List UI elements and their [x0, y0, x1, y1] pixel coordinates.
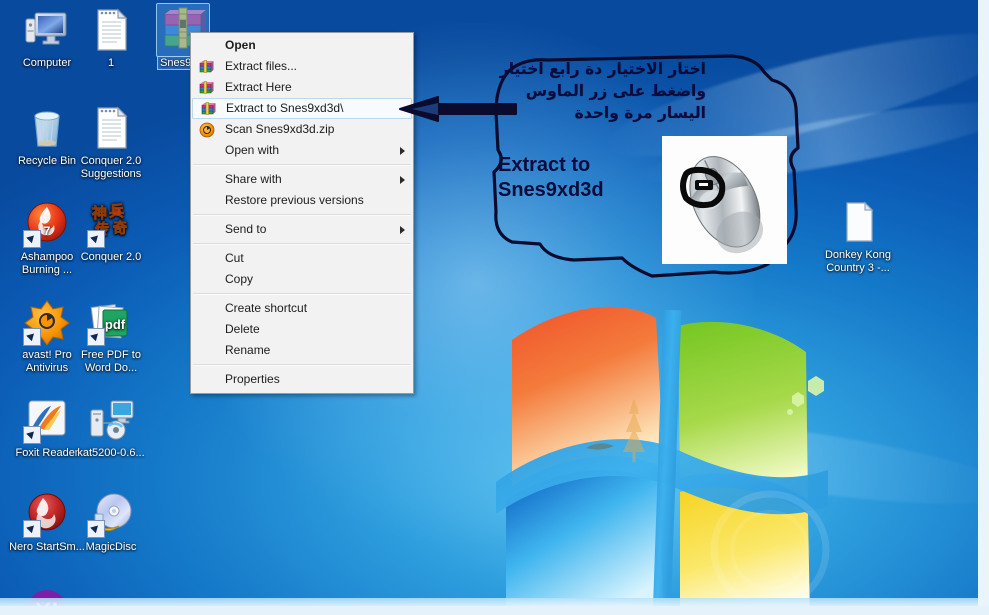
desktop-icon[interactable]: Donkey Kong Country 3 -...	[815, 198, 901, 274]
screen-bottom-edge	[0, 606, 989, 615]
context-menu-item-label: Copy	[225, 272, 254, 286]
shortcut-overlay-icon	[87, 520, 105, 538]
winrar-books-icon	[201, 101, 217, 117]
context-menu-item-label: Open	[225, 38, 256, 52]
magicdisc-icon	[87, 490, 135, 538]
desktop-screen: Computer 1 Snes9x... Recycle Bin Conquer 2.0…	[0, 0, 989, 615]
windows-logo-wallpaper	[468, 300, 836, 615]
file-context-menu[interactable]: Open Extract files... Extract Here Extract …	[190, 32, 414, 394]
conquer-icon: 神兵传奇	[87, 200, 135, 248]
context-menu-item[interactable]: Extract files...	[191, 56, 413, 77]
context-menu-item-label: Extract Here	[225, 80, 292, 94]
desktop-icon-label: Conquer 2.0 Suggestions	[80, 155, 142, 180]
context-menu-item[interactable]: Create shortcut	[191, 298, 413, 319]
context-menu-item[interactable]: Restore previous versions	[191, 190, 413, 211]
text-document-icon	[87, 104, 135, 152]
avast-icon	[23, 298, 71, 346]
wallpaper-streak	[558, 398, 989, 522]
desktop-icon[interactable]: kat5200-0.6...	[68, 396, 154, 460]
context-menu-item-label: Create shortcut	[225, 301, 308, 315]
nero-icon	[23, 490, 71, 538]
desktop-icon-label: Conquer 2.0	[80, 251, 142, 263]
shortcut-overlay-icon	[23, 230, 41, 248]
recycle-bin-icon	[23, 104, 71, 152]
text-document-icon	[87, 6, 135, 54]
context-menu-item[interactable]: Open	[191, 35, 413, 56]
winrar-books-icon	[199, 80, 215, 96]
context-menu-item-label: Send to	[225, 222, 267, 236]
network-computer-icon	[87, 396, 135, 444]
context-menu-item-label: Rename	[225, 343, 271, 357]
svg-text:7: 7	[44, 224, 51, 238]
submenu-chevron-right-icon	[400, 146, 405, 155]
context-menu-separator	[193, 243, 411, 245]
svg-text:奇: 奇	[113, 220, 127, 237]
screen-right-edge	[978, 0, 989, 615]
shortcut-overlay-icon	[23, 520, 41, 538]
desktop-icon-label: Donkey Kong Country 3 -...	[824, 249, 892, 274]
desktop-icon[interactable]: MagicDisc	[68, 490, 154, 554]
context-menu-item[interactable]: Share with	[191, 169, 413, 190]
shortcut-overlay-icon	[23, 328, 41, 346]
wallpaper-streak	[597, 10, 989, 180]
ashampoo-icon: 7	[23, 200, 71, 248]
desktop-icon-label: kat5200-0.6...	[77, 447, 145, 459]
svg-text:神: 神	[92, 204, 107, 222]
context-menu-item[interactable]: Properties	[191, 369, 413, 390]
context-menu-item-label: Share with	[225, 172, 282, 186]
computer-mouse-image	[662, 136, 787, 264]
context-menu-item[interactable]: Delete	[191, 319, 413, 340]
context-menu-item-label: Extract files...	[225, 59, 298, 73]
taskbar-strip[interactable]	[0, 598, 978, 606]
context-menu-item[interactable]: Cut	[191, 248, 413, 269]
svg-text:pdf: pdf	[105, 317, 126, 332]
winrar-books-icon	[199, 59, 215, 75]
context-menu-item-label: Restore previous versions	[225, 193, 364, 207]
shortcut-overlay-icon	[87, 328, 105, 346]
computer-icon	[23, 6, 71, 54]
context-menu-item[interactable]: Scan Snes9xd3d.zip	[191, 119, 413, 140]
context-menu-item-label: Extract to Snes9xd3d\	[226, 101, 344, 115]
submenu-chevron-right-icon	[400, 225, 405, 234]
desktop-icon-label: MagicDisc	[85, 541, 137, 553]
foxit-reader-icon	[23, 396, 71, 444]
context-menu-item-label: Scan Snes9xd3d.zip	[225, 122, 335, 136]
context-menu-item[interactable]: Open with	[191, 140, 413, 161]
blank-document-icon	[834, 198, 882, 246]
shortcut-overlay-icon	[87, 230, 105, 248]
context-menu-separator	[193, 293, 411, 295]
context-menu-item-label: Cut	[225, 251, 244, 265]
context-menu-item[interactable]: Copy	[191, 269, 413, 290]
context-menu-separator	[193, 214, 411, 216]
pdf-to-word-icon: pdf	[87, 298, 135, 346]
context-menu-item[interactable]: Extract Here	[191, 77, 413, 98]
context-menu-item-label: Open with	[225, 143, 280, 157]
context-menu-item-label: Properties	[225, 372, 280, 386]
context-menu-separator	[193, 364, 411, 366]
submenu-chevron-right-icon	[400, 175, 405, 184]
desktop-icon-label: Free PDF to Word Do...	[81, 349, 141, 374]
context-menu-item[interactable]: Send to	[191, 219, 413, 240]
context-menu-item[interactable]: Extract to Snes9xd3d\	[192, 98, 412, 119]
desktop-icon[interactable]: 神兵传奇 Conquer 2.0	[68, 200, 154, 264]
avast-scan-icon	[199, 122, 215, 138]
context-menu-item-label: Delete	[225, 322, 260, 336]
context-menu-separator	[193, 164, 411, 166]
shortcut-overlay-icon	[23, 426, 41, 444]
context-menu-item[interactable]: Rename	[191, 340, 413, 361]
desktop-icon[interactable]: Conquer 2.0 Suggestions	[68, 104, 154, 180]
desktop-icon[interactable]: pdf Free PDF to Word Do...	[68, 298, 154, 374]
